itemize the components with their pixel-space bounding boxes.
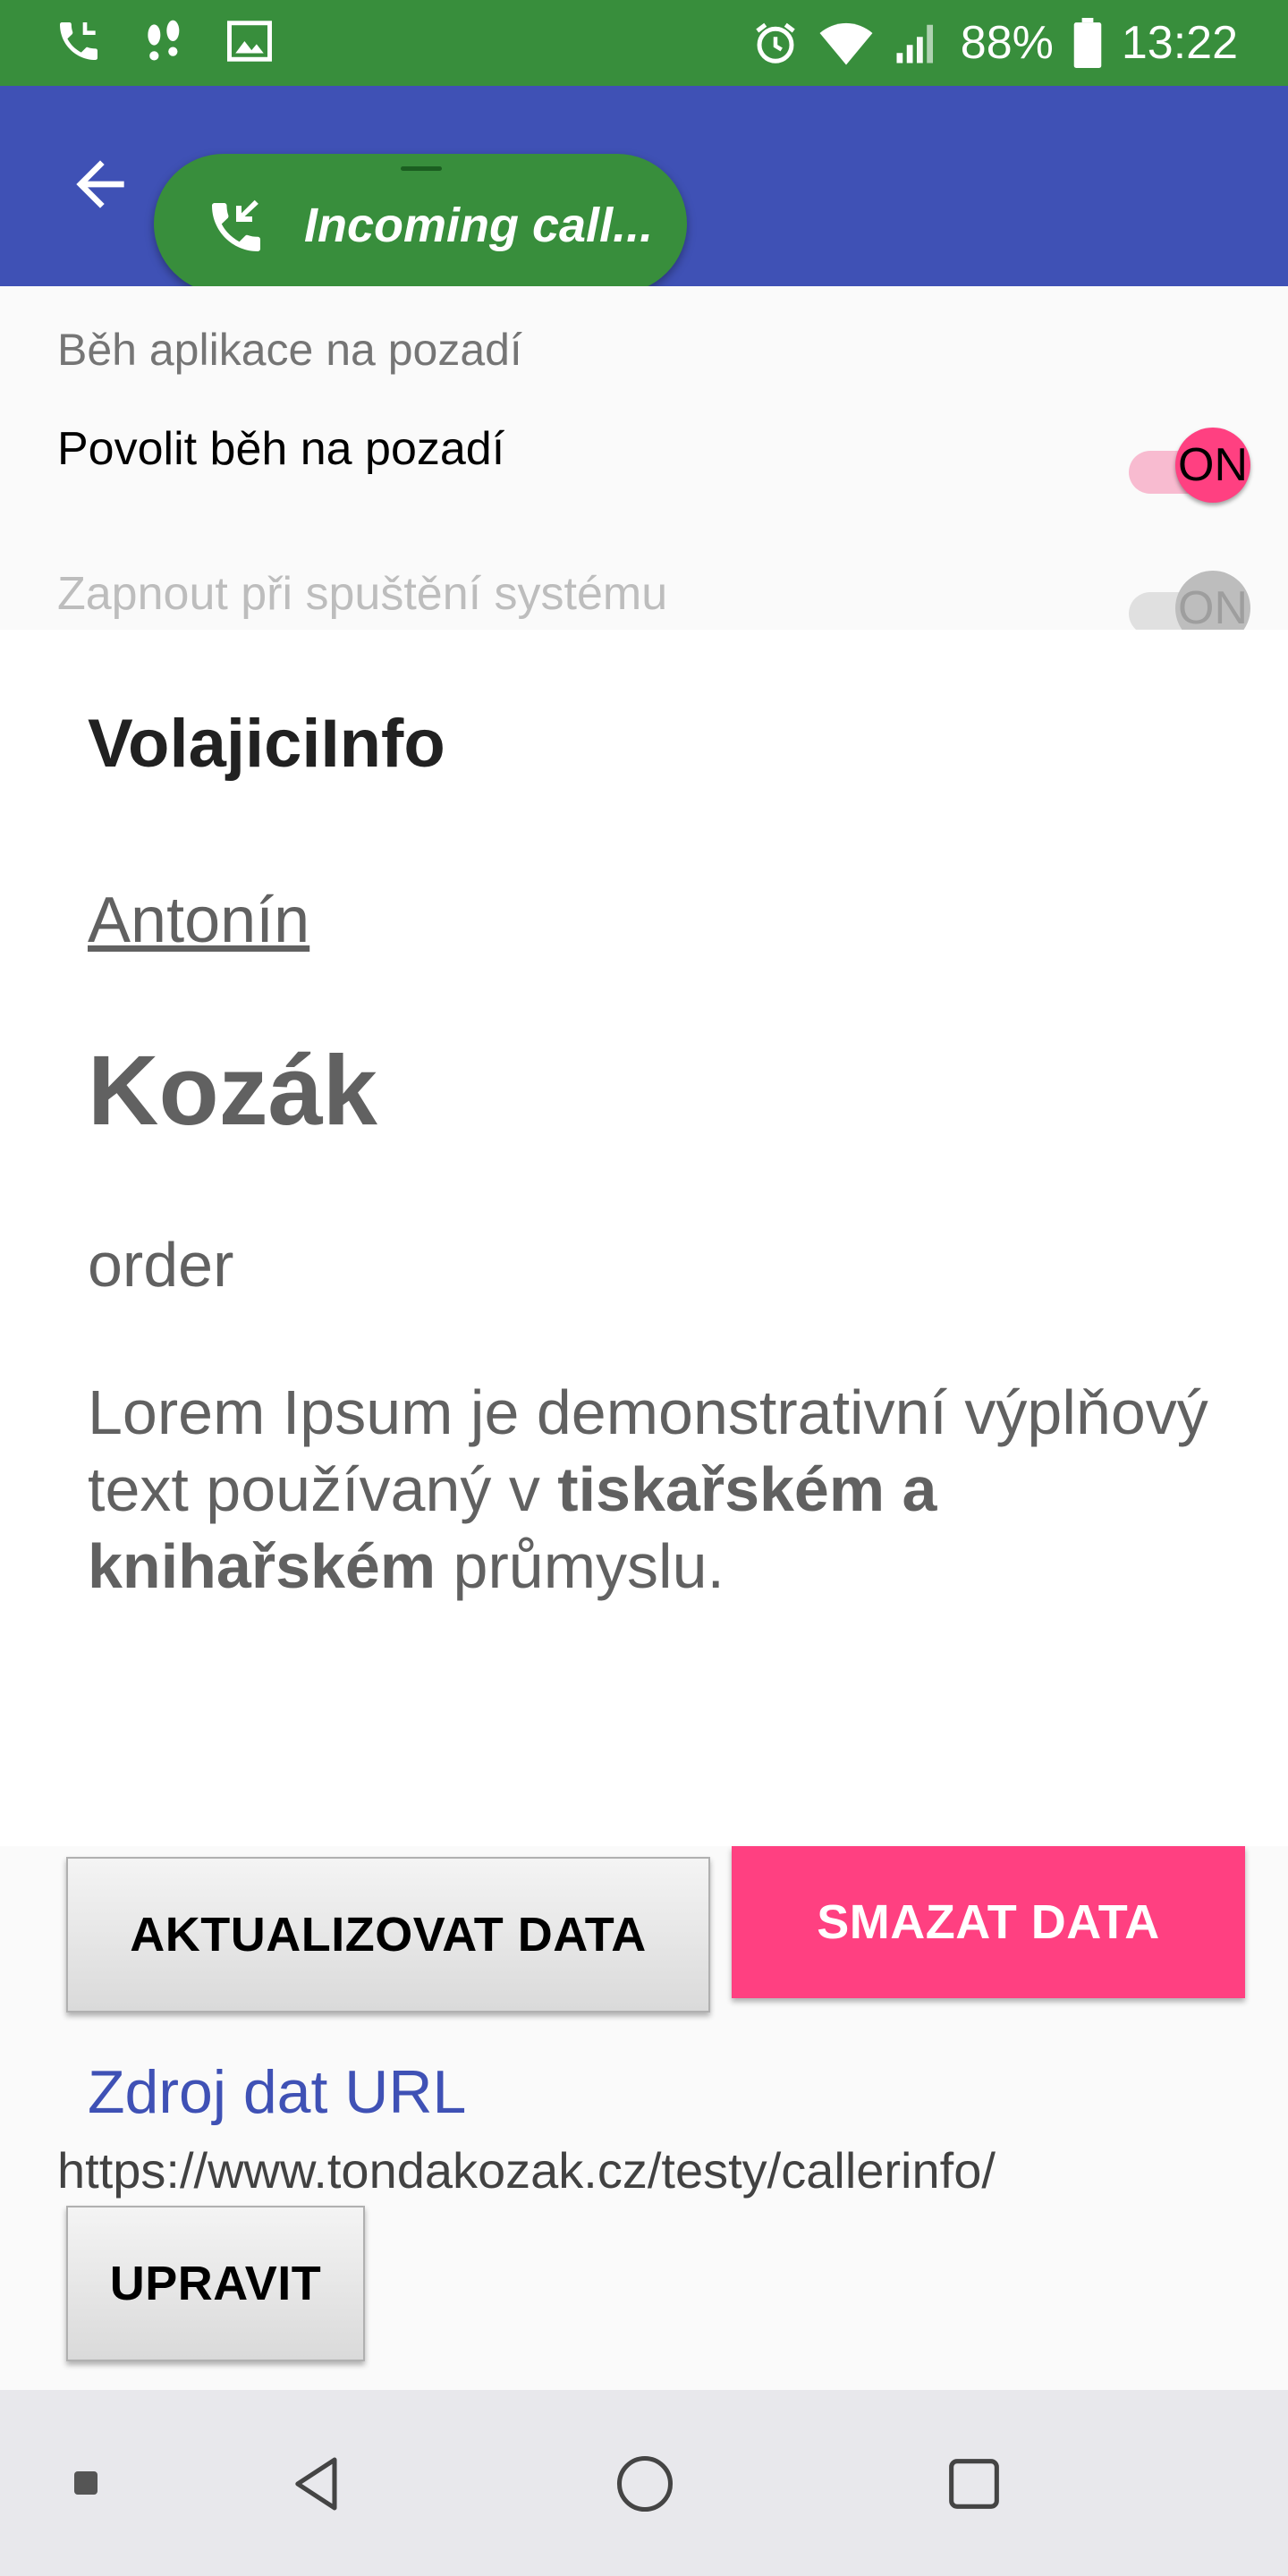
status-left-icons — [54, 16, 274, 66]
pref-allow-background[interactable]: Povolit běh na pozadí — [57, 422, 504, 476]
voicemail-icon — [140, 16, 190, 66]
caller-order: order — [88, 1230, 234, 1300]
wifi-icon — [819, 19, 873, 67]
status-right: 88% 13:22 — [751, 13, 1238, 73]
incoming-call-bubble[interactable]: Incoming call... — [154, 154, 687, 293]
caller-last-name: Kozák — [88, 1036, 377, 1146]
card-title: VolajiciInfo — [88, 706, 445, 782]
settings-section: Běh aplikace na pozadí Povolit běh na po… — [0, 286, 1288, 630]
incoming-call-icon — [204, 195, 268, 259]
section-header: Běh aplikace na pozadí — [57, 325, 522, 375]
status-bar: 88% 13:22 — [0, 0, 1288, 86]
back-arrow-icon[interactable] — [64, 148, 136, 220]
alarm-icon — [751, 19, 800, 67]
caller-first-name[interactable]: Antonín — [88, 884, 309, 957]
delete-data-button[interactable]: SMAZAT DATA — [732, 1846, 1245, 1998]
phone-icon — [54, 16, 104, 66]
description-text-end: průmyslu. — [436, 1531, 724, 1601]
update-data-button[interactable]: AKTUALIZOVAT DATA — [66, 1857, 710, 2012]
caller-info-card: VolajiciInfo Antonín Kozák order Lorem I… — [0, 630, 1288, 1846]
signal-icon — [893, 19, 941, 67]
switch-thumb-label: ON — [1175, 428, 1250, 503]
dot-icon[interactable] — [70, 2467, 102, 2499]
data-source-url: https://www.tondakozak.cz/testy/callerin… — [57, 2142, 996, 2199]
drag-handle[interactable] — [401, 166, 442, 171]
incoming-call-label: Incoming call... — [304, 199, 654, 252]
data-source-label: Zdroj dat URL — [88, 2058, 467, 2126]
caller-description: Lorem Ipsum je demonstrativní výplňový t… — [88, 1374, 1215, 1605]
clock: 13:22 — [1121, 17, 1238, 69]
battery-percent: 88% — [960, 17, 1054, 69]
navigation-bar — [0, 2390, 1288, 2576]
pref-start-on-boot: Zapnout při spuštění systému — [57, 568, 668, 620]
battery-icon — [1073, 18, 1102, 68]
image-icon — [225, 17, 274, 65]
edit-button[interactable]: UPRAVIT — [66, 2206, 365, 2361]
back-icon[interactable] — [277, 2444, 358, 2524]
allow-background-switch[interactable]: ON — [1129, 428, 1250, 508]
home-icon[interactable] — [605, 2444, 685, 2524]
recents-icon[interactable] — [934, 2444, 1014, 2524]
